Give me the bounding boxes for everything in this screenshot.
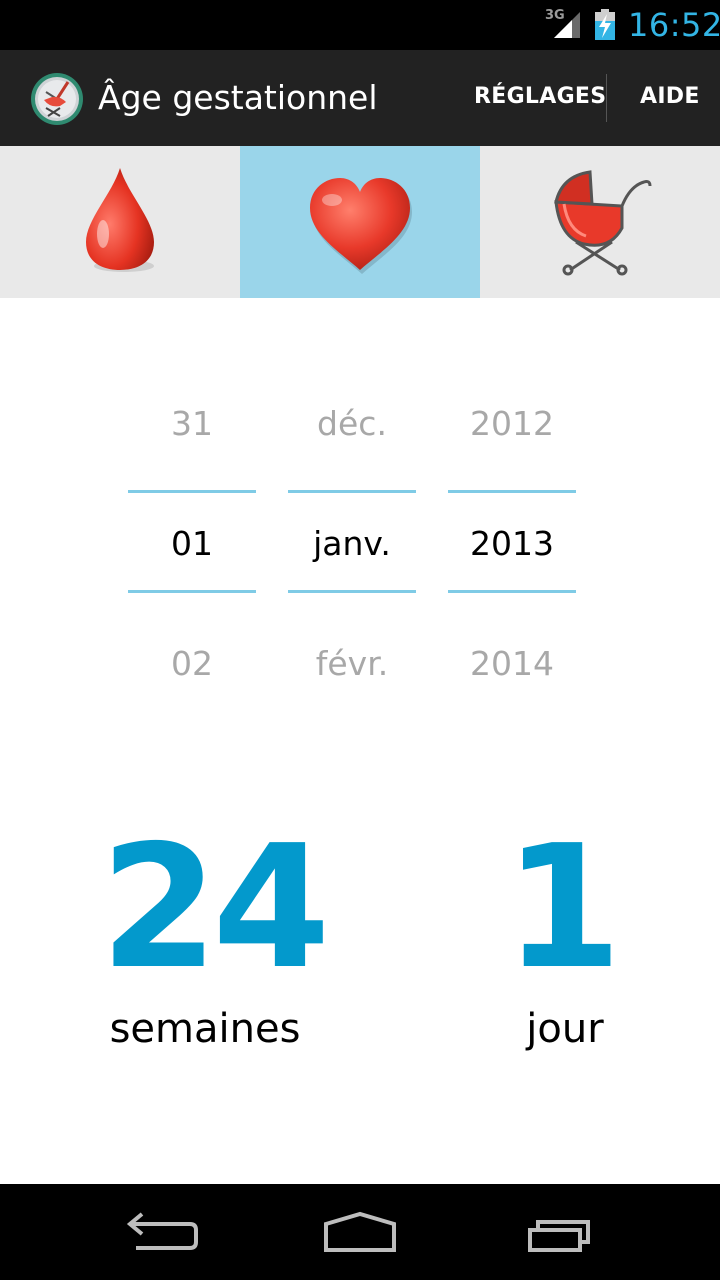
selection-line bbox=[288, 490, 416, 493]
days-value: 1 bbox=[503, 809, 622, 1007]
day-next[interactable]: 02 bbox=[128, 634, 256, 694]
date-picker: 31 01 02 déc. janv. févr. 2012 2013 2014 bbox=[0, 370, 720, 730]
signal-icon bbox=[554, 12, 580, 38]
selection-line bbox=[128, 590, 256, 593]
status-bar: 3G 16:52 bbox=[0, 0, 720, 50]
year-current[interactable]: 2013 bbox=[448, 514, 576, 574]
clock: 16:52 bbox=[628, 6, 720, 44]
battery-charging-icon bbox=[595, 9, 615, 40]
year-prev[interactable]: 2012 bbox=[448, 394, 576, 454]
year-spinner[interactable]: 2012 2013 2014 bbox=[448, 370, 576, 730]
tab-birth[interactable] bbox=[480, 146, 720, 298]
days-unit: jour bbox=[526, 1006, 604, 1052]
weeks-unit: semaines bbox=[109, 1006, 301, 1052]
month-spinner[interactable]: déc. janv. févr. bbox=[288, 370, 416, 730]
weeks-value: 24 bbox=[100, 809, 331, 1007]
blood-drop-icon bbox=[86, 168, 154, 272]
month-prev[interactable]: déc. bbox=[288, 394, 416, 454]
navigation-bar bbox=[0, 1184, 720, 1280]
settings-button[interactable]: RÉGLAGES bbox=[474, 84, 606, 109]
app-title: Âge gestationnel bbox=[98, 78, 378, 117]
selection-line bbox=[448, 590, 576, 593]
heart-icon bbox=[310, 178, 412, 274]
recent-apps-button[interactable] bbox=[440, 1184, 680, 1280]
help-button[interactable]: AIDE bbox=[640, 84, 700, 109]
tab-last-period[interactable] bbox=[0, 146, 240, 298]
tab-heartbeat[interactable] bbox=[240, 146, 480, 298]
month-next[interactable]: févr. bbox=[288, 634, 416, 694]
recent-apps-icon bbox=[528, 1220, 590, 1252]
day-current[interactable]: 01 bbox=[128, 514, 256, 574]
mode-tabs bbox=[0, 146, 720, 298]
day-prev[interactable]: 31 bbox=[128, 394, 256, 454]
selection-line bbox=[288, 590, 416, 593]
year-next[interactable]: 2014 bbox=[448, 634, 576, 694]
month-current[interactable]: janv. bbox=[288, 514, 416, 574]
action-bar: Âge gestationnel RÉGLAGES AIDE bbox=[0, 50, 720, 146]
app-logo-icon[interactable] bbox=[30, 72, 84, 126]
selection-line bbox=[128, 490, 256, 493]
baby-carriage-icon bbox=[554, 170, 652, 276]
selection-line bbox=[448, 490, 576, 493]
day-spinner[interactable]: 31 01 02 bbox=[128, 370, 256, 730]
action-divider bbox=[606, 74, 607, 122]
